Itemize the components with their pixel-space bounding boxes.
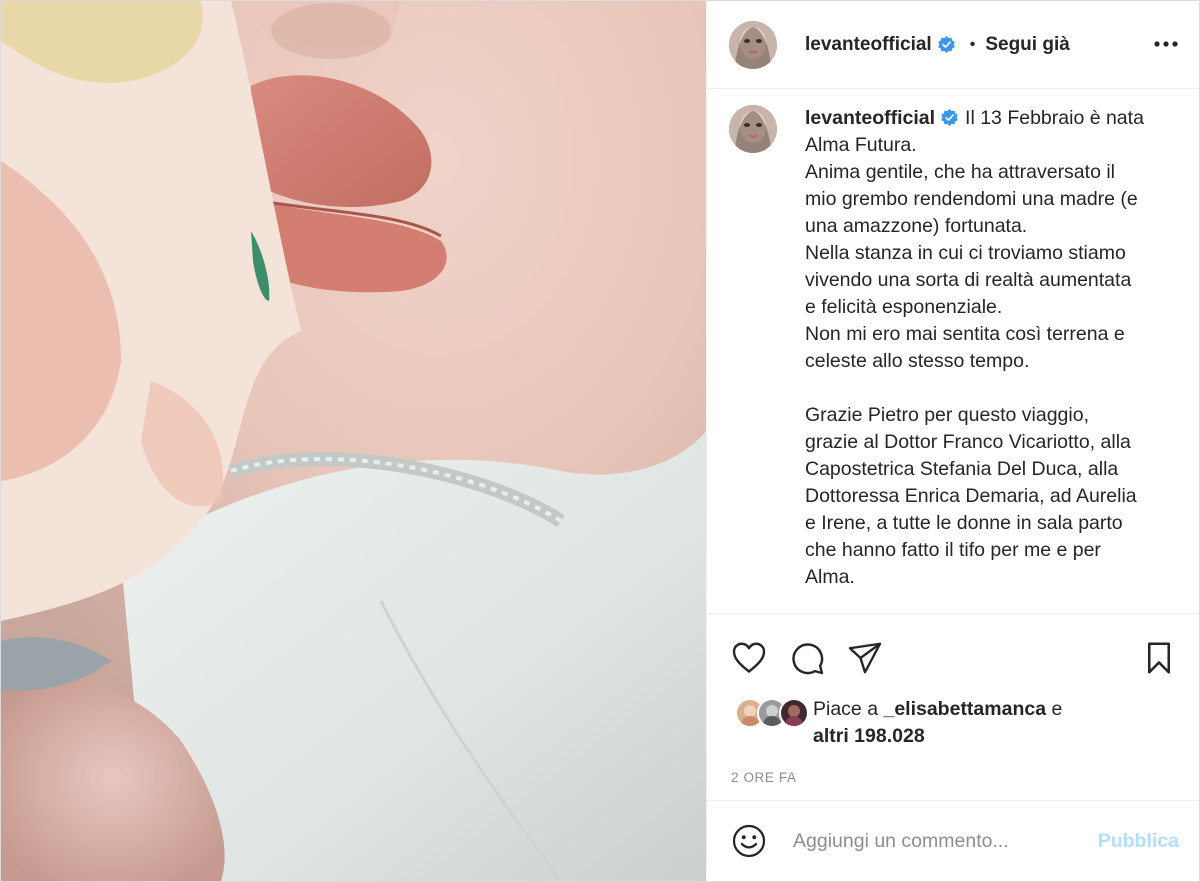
caption-line: Grazie Pietro per questo viaggio, — [805, 404, 1089, 426]
liker-avatars[interactable] — [735, 698, 813, 728]
caption-line: Alma. — [805, 566, 855, 588]
verified-badge-icon — [941, 108, 958, 127]
emoji-button[interactable] — [729, 821, 769, 861]
caption-line: e Irene, a tutte le donne in sala parto — [805, 512, 1123, 534]
caption-line: Alma Futura. — [805, 134, 917, 156]
more-options-icon[interactable] — [1153, 31, 1179, 57]
publish-button[interactable]: Pubblica — [1098, 830, 1179, 853]
post-side-panel: levanteofficial • Segui già levanteoffic… — [706, 1, 1199, 881]
add-comment-bar: Pubblica — [707, 800, 1199, 881]
caption-line: Il 13 Febbraio è nata — [965, 107, 1144, 129]
caption-line: una amazzone) fortunata. — [805, 215, 1028, 237]
like-button[interactable] — [731, 640, 767, 676]
likes-prefix: Piace a — [813, 698, 879, 720]
caption-line: mio grembo rendendomi una madre (e — [805, 188, 1138, 210]
comment-button[interactable] — [789, 640, 825, 676]
verified-badge-icon — [937, 35, 955, 54]
instagram-post: levanteofficial • Segui già levanteoffic… — [0, 0, 1200, 882]
caption-line: Nella stanza in cui ci troviamo stiamo — [805, 242, 1126, 264]
likes-summary: Piace a _elisabettamanca e altri 198.028 — [707, 696, 1199, 750]
caption-line: Anima gentile, che ha attraversato il — [805, 161, 1116, 183]
caption-blank-line — [805, 375, 1175, 402]
author-username[interactable]: levanteofficial — [805, 34, 932, 56]
smiley-icon — [732, 824, 766, 858]
likes-text: Piace a _elisabettamanca e altri 198.028 — [813, 696, 1062, 750]
share-button[interactable] — [847, 640, 883, 676]
baby-photo-image — [1, 1, 706, 881]
post-header: levanteofficial • Segui già — [707, 1, 1199, 89]
following-button[interactable]: Segui già — [985, 34, 1069, 56]
post-timestamp[interactable]: 2 ORE FA — [707, 770, 1199, 785]
header-separator: • — [969, 35, 976, 53]
caption-line: Dottoressa Enrica Demaria, ad Aurelia — [805, 485, 1137, 507]
caption-author-avatar[interactable] — [729, 105, 777, 153]
likes-and: e — [1051, 698, 1063, 720]
paper-plane-icon — [848, 642, 882, 674]
heart-icon — [732, 642, 766, 673]
comment-input[interactable] — [791, 828, 1098, 854]
caption-text: levanteofficial Il 13 Febbraio è nata Alm… — [805, 105, 1175, 613]
caption-line: grazie al Dottor Franco Vicariotto, alla — [805, 431, 1131, 453]
save-button[interactable] — [1141, 640, 1177, 676]
caption-line: e felicità esponenziale. — [805, 296, 1003, 318]
caption-line: celeste allo stesso tempo. — [805, 350, 1030, 372]
caption-line: vivendo una sorta di realtà aumentata — [805, 269, 1132, 291]
post-photo[interactable] — [1, 1, 706, 881]
caption-section: levanteofficial Il 13 Febbraio è nata Alm… — [707, 89, 1199, 614]
caption-line: che hanno fatto il tifo per me e per — [805, 539, 1101, 561]
comment-icon — [792, 643, 824, 675]
likes-count-link[interactable]: altri 198.028 — [813, 725, 925, 747]
caption-username[interactable]: levanteofficial — [805, 107, 935, 129]
caption-line: Non mi ero mai sentita così terrena e — [805, 323, 1125, 345]
liked-by-username[interactable]: _elisabettamanca — [883, 698, 1046, 720]
liker-avatar — [779, 698, 809, 728]
post-actions — [707, 632, 1199, 684]
caption-line: Capostetrica Stefania Del Duca, alla — [805, 458, 1119, 480]
bookmark-icon — [1147, 642, 1171, 674]
author-avatar[interactable] — [729, 20, 777, 69]
